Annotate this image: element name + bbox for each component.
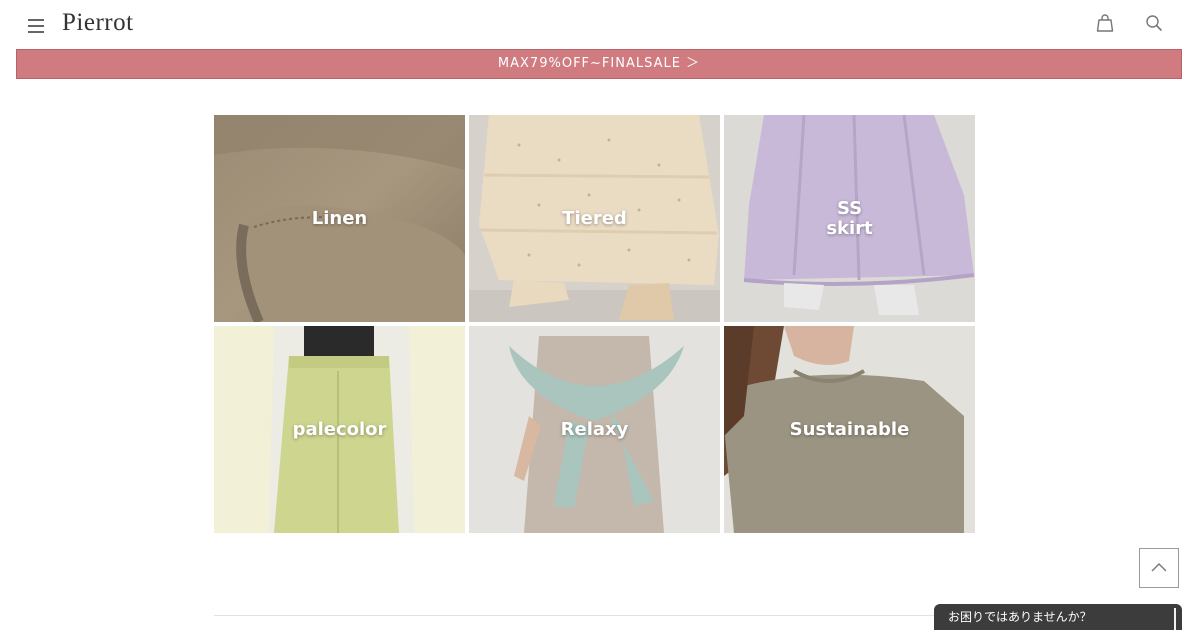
site-header: Pierrot	[0, 0, 1200, 48]
final-sale-banner[interactable]: MAX79%OFF~FINALSALE ＞	[16, 49, 1182, 79]
back-to-top-button[interactable]	[1139, 548, 1179, 588]
category-tile-relaxy[interactable]: Relaxy	[469, 326, 720, 533]
category-tile-sustainable[interactable]: Sustainable	[724, 326, 975, 533]
category-label-line: Linen	[311, 207, 368, 229]
category-tile-tiered[interactable]: Tiered	[469, 115, 720, 322]
category-tile-ss-skirt[interactable]: SS skirt	[724, 115, 975, 322]
shopping-bag-icon[interactable]	[1094, 12, 1116, 34]
category-label-relaxy: Relaxy	[469, 418, 720, 440]
category-label-line: SS	[836, 197, 863, 219]
category-tile-linen[interactable]: Linen	[214, 115, 465, 322]
category-label-ss-skirt: SS skirt	[724, 197, 975, 239]
category-label-line: Sustainable	[789, 418, 910, 440]
category-label-sustainable: Sustainable	[724, 418, 975, 440]
help-chat-edge	[1174, 608, 1176, 630]
category-label-line: palecolor	[292, 418, 387, 440]
category-tile-palecolor[interactable]: palecolor	[214, 326, 465, 533]
category-grid: Linen Tiered SS skirt palecolor Relaxy S…	[214, 115, 976, 533]
hamburger-menu-icon[interactable]	[26, 16, 48, 34]
site-logo[interactable]: Pierrot	[62, 9, 134, 37]
help-chat-tab[interactable]: お困りではありませんか？	[934, 604, 1182, 630]
help-chat-label: お困りではありませんか？	[948, 610, 1092, 624]
search-icon[interactable]	[1143, 12, 1165, 34]
category-label-line: Relaxy	[560, 418, 629, 440]
category-label-line: Tiered	[562, 207, 627, 229]
category-label-line: skirt	[826, 217, 873, 239]
page: Pierrot MAX79%OFF~FINALSALE ＞ Linen Tier…	[0, 0, 1200, 630]
category-label-linen: Linen	[214, 207, 465, 229]
section-divider	[214, 615, 976, 616]
category-label-palecolor: palecolor	[214, 418, 465, 440]
category-label-tiered: Tiered	[469, 207, 720, 229]
chevron-up-icon	[1151, 563, 1167, 572]
